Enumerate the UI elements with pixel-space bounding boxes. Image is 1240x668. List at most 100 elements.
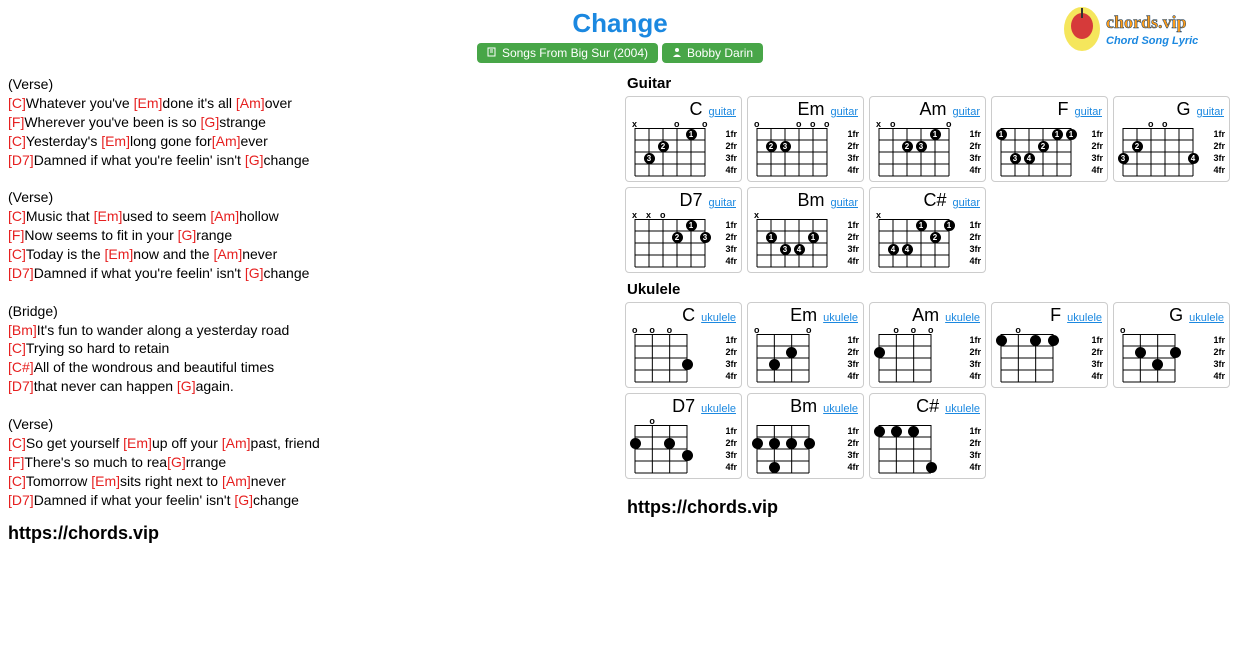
chord-panel: GuitarCguitarxoo1231fr2fr3fr4frEmguitaro…: [621, 71, 1236, 518]
chord-marker: [Em]: [94, 208, 123, 224]
chord-diagram: 1112341fr2fr3fr4fr: [996, 122, 1103, 182]
finger-dot: 1: [1052, 129, 1063, 140]
instrument-link[interactable]: guitar: [708, 197, 736, 209]
instrument-link[interactable]: guitar: [1196, 106, 1224, 118]
lyrics-block: (Verse)[C]Whatever you've [Em]done it's …: [8, 75, 609, 509]
finger-dot: [769, 438, 780, 449]
finger-dot: 1: [996, 129, 1007, 140]
chord-box: Bmguitarx11341fr2fr3fr4fr: [747, 187, 864, 273]
chord-marker: [Bm]: [8, 322, 37, 338]
finger-dot: 3: [780, 141, 791, 152]
artist-tag[interactable]: Bobby Darin: [662, 43, 763, 63]
chord-diagram: o1fr2fr3fr4fr: [630, 419, 737, 479]
chord-diagram: 1fr2fr3fr4fr: [752, 419, 859, 479]
instrument-link[interactable]: ukulele: [823, 312, 858, 324]
lyric-line: [Bm]It's fun to wander along a yesterday…: [8, 321, 609, 340]
finger-dot: 4: [794, 244, 805, 255]
chord-diagram: oo1fr2fr3fr4fr: [752, 328, 859, 388]
instrument-link[interactable]: guitar: [708, 106, 736, 118]
chord-name: F: [1050, 305, 1061, 326]
chord-diagram: xoo1231fr2fr3fr4fr: [874, 122, 981, 182]
lyric-line: [D7]Damned if what your feelin' isn't [G…: [8, 491, 609, 510]
lyric-line: [D7]Damned if what you're feelin' isn't …: [8, 264, 609, 283]
finger-dot: 1: [686, 129, 697, 140]
lyric-line: (Bridge): [8, 302, 609, 321]
instrument-link[interactable]: ukulele: [1067, 312, 1102, 324]
chord-diagram: x112441fr2fr3fr4fr: [874, 213, 981, 273]
chord-box: Gukuleleo1fr2fr3fr4fr: [1113, 302, 1230, 388]
chord-name: C#: [916, 396, 939, 417]
album-tag[interactable]: Songs From Big Sur (2004): [477, 43, 658, 63]
instrument-link[interactable]: ukulele: [945, 403, 980, 415]
chord-diagram: xoo1231fr2fr3fr4fr: [630, 122, 737, 182]
chord-diagram: o1fr2fr3fr4fr: [1118, 328, 1225, 388]
chord-box: C#guitarx112441fr2fr3fr4fr: [869, 187, 986, 273]
chord-name: Bm: [797, 190, 824, 211]
chord-box: C#ukulele1fr2fr3fr4fr: [869, 393, 986, 479]
finger-dot: 3: [780, 244, 791, 255]
instrument-link[interactable]: ukulele: [701, 312, 736, 324]
chord-diagram: oo2341fr2fr3fr4fr: [1118, 122, 1225, 182]
lyric-line: [C]Music that [Em]used to seem [Am]hollo…: [8, 207, 609, 226]
finger-dot: [1170, 347, 1181, 358]
chord-marker: [F]: [8, 454, 24, 470]
lyric-line: [D7]Damned if what you're feelin' isn't …: [8, 151, 609, 170]
instrument-link[interactable]: ukulele: [701, 403, 736, 415]
finger-dot: 1: [1066, 129, 1077, 140]
chord-marker: [G]: [201, 114, 220, 130]
instrument-link[interactable]: guitar: [952, 197, 980, 209]
chord-marker: [C]: [8, 435, 26, 451]
chord-marker: [D7]: [8, 378, 34, 394]
finger-dot: 1: [916, 220, 927, 231]
instrument-link[interactable]: ukulele: [823, 403, 858, 415]
finger-dot: [926, 462, 937, 473]
chord-name: C: [689, 99, 702, 120]
chord-grid: Cguitar xoo1231fr2fr3fr4frEmguitaroooo231…: [621, 96, 1236, 277]
chord-box: Cukuleleooo1fr2fr3fr4fr: [625, 302, 742, 388]
finger-dot: 4: [1188, 153, 1199, 164]
finger-dot: 2: [766, 141, 777, 152]
finger-dot: [891, 426, 902, 437]
lyric-line: [8, 396, 609, 415]
chord-name: Bm: [790, 396, 817, 417]
finger-dot: 1: [808, 232, 819, 243]
chord-marker: [F]: [8, 114, 24, 130]
finger-dot: 2: [1038, 141, 1049, 152]
finger-dot: [1048, 335, 1059, 346]
chord-marker: [Em]: [91, 473, 120, 489]
chord-marker: [Em]: [123, 435, 152, 451]
instrument-link[interactable]: guitar: [830, 106, 858, 118]
chord-marker: [G]: [167, 454, 186, 470]
footer-url-left: https://chords.vip: [8, 523, 609, 544]
chord-box: Emguitaroooo231fr2fr3fr4fr: [747, 96, 864, 182]
finger-dot: [630, 438, 641, 449]
chord-box: D7ukuleleo1fr2fr3fr4fr: [625, 393, 742, 479]
chord-diagram: x11341fr2fr3fr4fr: [752, 213, 859, 273]
finger-dot: [804, 438, 815, 449]
finger-dot: 3: [700, 232, 711, 243]
chord-name: Am: [912, 305, 939, 326]
finger-dot: 3: [644, 153, 655, 164]
chord-marker: [C]: [8, 133, 26, 149]
lyric-line: [C]Trying so hard to retain: [8, 339, 609, 358]
chord-marker: [D7]: [8, 265, 34, 281]
chord-marker: [G]: [245, 265, 264, 281]
lyric-line: [8, 169, 609, 188]
chord-marker: [G]: [245, 152, 264, 168]
chord-marker: [F]: [8, 227, 24, 243]
chord-marker: [Am]: [210, 208, 239, 224]
finger-dot: 1: [686, 220, 697, 231]
chord-marker: [Em]: [105, 246, 134, 262]
finger-dot: 3: [1118, 153, 1129, 164]
site-logo[interactable]: chords.vip Chord Song Lyric: [1060, 4, 1230, 54]
chord-name: Em: [790, 305, 817, 326]
instrument-link[interactable]: guitar: [830, 197, 858, 209]
instrument-link[interactable]: ukulele: [945, 312, 980, 324]
lyric-line: [8, 283, 609, 302]
finger-dot: [752, 438, 763, 449]
instrument-link[interactable]: guitar: [1074, 106, 1102, 118]
finger-dot: [874, 347, 885, 358]
instrument-link[interactable]: guitar: [952, 106, 980, 118]
chord-marker: [D7]: [8, 492, 34, 508]
instrument-link[interactable]: ukulele: [1189, 312, 1224, 324]
